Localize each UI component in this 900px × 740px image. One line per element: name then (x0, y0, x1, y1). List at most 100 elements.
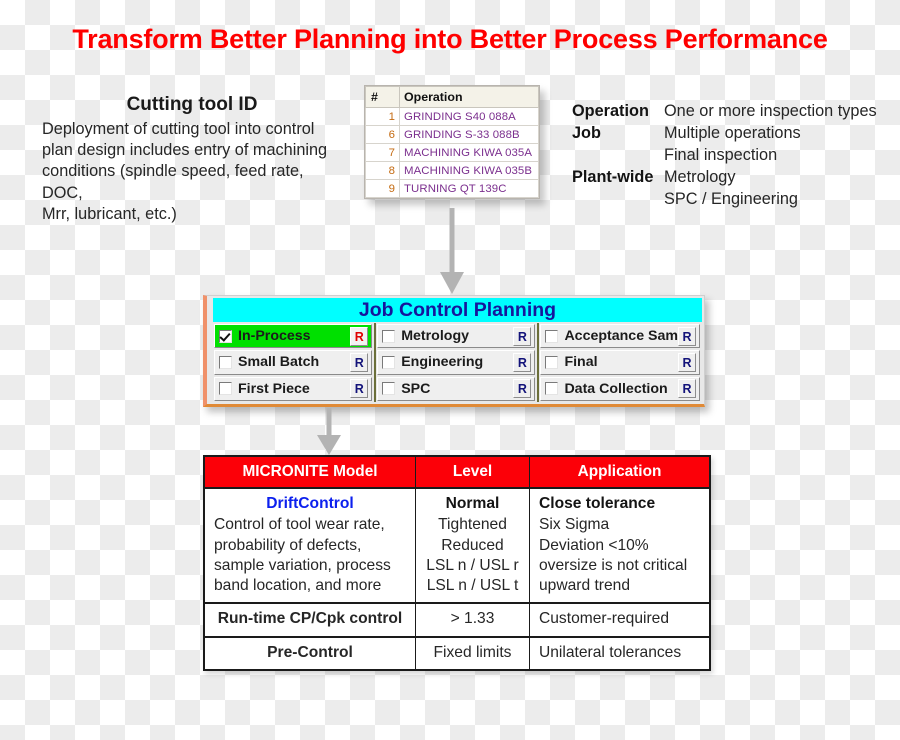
micronite-cell-level: Fixed limits (415, 636, 530, 669)
table-row[interactable]: DriftControl Control of tool wear rate, … (205, 488, 709, 605)
legend-term: Operation (572, 102, 649, 120)
micronite-cell-level: > 1.33 (415, 603, 530, 638)
operation-number: 7 (365, 143, 400, 162)
job-control-option-metrology[interactable]: Metrology R (377, 324, 536, 349)
micronite-cell-application: Close tolerance Six Sigma Deviation <10%… (529, 488, 709, 605)
job-control-option-engineering[interactable]: Engineering R (377, 350, 536, 375)
model-detail-line: band location, and more (214, 577, 382, 595)
required-button[interactable]: R (678, 352, 696, 372)
flow-arrow-down-icon (440, 208, 464, 294)
micronite-header-row: MICRONITE Model Level Application (205, 457, 709, 489)
legend-description: Multiple operations (664, 123, 801, 142)
legend-row: SPC / Engineering (572, 189, 877, 211)
required-button[interactable]: R (350, 352, 369, 372)
legend-term: Plant-wide (572, 167, 654, 186)
required-button[interactable]: R (678, 379, 696, 399)
required-button[interactable]: R (678, 326, 696, 346)
job-control-option-spc[interactable]: SPC R (377, 376, 536, 401)
checkbox-icon[interactable] (382, 355, 396, 369)
operations-table: # Operation 1 GRINDING S40 088A 6 GRINDI… (365, 86, 539, 198)
table-row[interactable]: 9 TURNING QT 139C (365, 179, 539, 198)
model-detail-line: probability of defects, (214, 536, 362, 554)
micronite-cell-model: Pre-Control (205, 636, 416, 669)
table-row[interactable]: 8 MACHINING KIWA 035B (365, 161, 539, 180)
table-row[interactable]: 6 GRINDING S-33 088B (365, 125, 539, 144)
option-label: Data Collection (564, 380, 668, 397)
legend-term (572, 189, 664, 211)
job-control-options-grid: In-Process R Small Batch R First Piece R… (213, 323, 702, 402)
required-button[interactable]: R (513, 352, 532, 372)
application-detail-line: Deviation <10% (539, 536, 649, 554)
application-detail-line: upward trend (539, 577, 631, 595)
required-button[interactable]: R (513, 379, 532, 399)
operation-name: TURNING QT 139C (399, 179, 539, 198)
micronite-cell-model: Run-time CP/Cpk control (205, 603, 416, 638)
operation-number: 9 (365, 179, 400, 198)
checkbox-icon[interactable] (219, 329, 232, 343)
model-detail-line: Control of tool wear rate, (214, 516, 385, 534)
level-detail-line: Tightened (438, 516, 507, 534)
option-label: Acceptance Sam (564, 328, 678, 345)
job-control-option-acceptance-sampling[interactable]: Acceptance Sam R (540, 324, 700, 349)
flow-arrow-down-icon (317, 408, 341, 455)
micronite-cell-level: Normal Tightened Reduced LSL n / USL r L… (415, 488, 530, 605)
required-button[interactable]: R (513, 326, 532, 346)
legend-row: Plant-wide Metrology (572, 167, 877, 189)
legend-description: Metrology (664, 167, 736, 186)
operations-table-panel: # Operation 1 GRINDING S40 088A 6 GRINDI… (364, 85, 540, 199)
legend-term (572, 145, 664, 167)
job-control-planning-panel: Job Control Planning In-Process R Small … (203, 295, 705, 407)
cutting-tool-line: Mrr, lubricant, etc.) (42, 204, 177, 223)
micronite-cell-model: DriftControl Control of tool wear rate, … (205, 488, 416, 605)
micronite-column-header-model: MICRONITE Model (205, 457, 416, 489)
micronite-column-header-application: Application (529, 457, 709, 489)
table-row[interactable]: Pre-Control Fixed limits Unilateral tole… (205, 636, 709, 669)
cutting-tool-description: Deployment of cutting tool into control … (42, 119, 342, 225)
checkbox-icon[interactable] (382, 382, 396, 396)
legend-row: Final inspection (572, 145, 877, 167)
job-control-column-2: Metrology R Engineering R SPC R (376, 323, 540, 402)
cutting-tool-line: plan design includes entry of machining (42, 141, 328, 160)
application-detail-line: oversize is not critical (539, 556, 688, 574)
required-button[interactable]: R (350, 326, 369, 346)
level-detail-line: LSL n / USL r (426, 556, 519, 574)
table-row[interactable]: Run-time CP/Cpk control > 1.33 Customer-… (205, 603, 709, 638)
checkbox-icon[interactable] (545, 329, 559, 343)
operations-column-header-operation: Operation (399, 86, 539, 108)
checkbox-icon[interactable] (545, 355, 559, 369)
micronite-cell-application: Customer-required (529, 603, 709, 638)
operations-column-header-number: # (365, 86, 400, 108)
checkbox-icon[interactable] (382, 329, 396, 343)
checkbox-icon[interactable] (219, 382, 232, 396)
job-control-column-1: In-Process R Small Batch R First Piece R (213, 323, 377, 402)
level-detail-line: Reduced (441, 536, 504, 554)
cutting-tool-heading: Cutting tool ID (126, 94, 258, 115)
level-name: Normal (445, 495, 500, 512)
level-detail-line: LSL n / USL t (426, 577, 519, 595)
job-control-panel-title: Job Control Planning (213, 298, 702, 322)
micronite-model-table: MICRONITE Model Level Application DriftC… (205, 457, 709, 669)
cutting-tool-line: Deployment of cutting tool into control (42, 120, 315, 138)
job-control-option-in-process[interactable]: In-Process R (214, 324, 373, 349)
option-label: Final (564, 354, 598, 371)
operation-number: 8 (365, 161, 400, 180)
table-row[interactable]: 1 GRINDING S40 088A (365, 107, 539, 126)
model-name: DriftControl (266, 495, 354, 512)
job-control-option-final[interactable]: Final R (540, 350, 700, 375)
job-control-column-3: Acceptance Sam R Final R Data Collection… (539, 323, 702, 402)
job-control-option-first-piece[interactable]: First Piece R (214, 376, 373, 401)
legend-term: Job (572, 123, 601, 142)
option-label: First Piece (238, 380, 310, 397)
page-title: Transform Better Planning into Better Pr… (72, 24, 828, 54)
required-button[interactable]: R (350, 379, 369, 399)
job-control-option-data-collection[interactable]: Data Collection R (540, 376, 700, 401)
legend-description: Final inspection (664, 145, 778, 164)
scope-legend: Operation One or more inspection types J… (572, 101, 877, 211)
table-row[interactable]: 7 MACHINING KIWA 035A (365, 143, 539, 162)
legend-row: Job Multiple operations (572, 123, 877, 145)
job-control-option-small-batch[interactable]: Small Batch R (214, 350, 373, 375)
option-label: In-Process (238, 328, 311, 345)
checkbox-icon[interactable] (545, 382, 559, 396)
application-name: Close tolerance (539, 495, 656, 512)
checkbox-icon[interactable] (219, 355, 232, 369)
